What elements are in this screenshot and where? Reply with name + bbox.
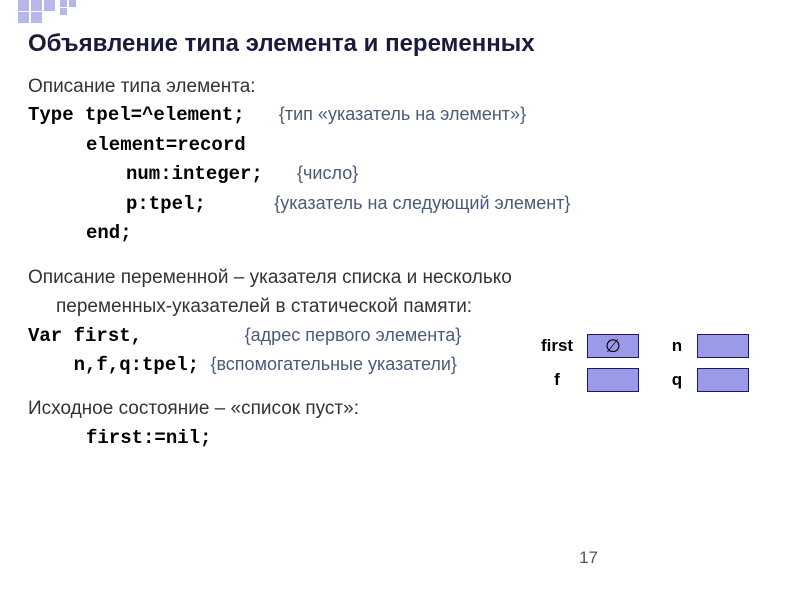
memory-diagram: first ∅ n f q	[527, 334, 777, 398]
record-line: element=record	[28, 131, 780, 160]
label-q: q	[657, 370, 697, 390]
var-desc-1: Описание переменной – указателя списка и…	[28, 263, 780, 292]
field-p: p:tpel; {указатель на следующий элемент}	[28, 190, 780, 219]
type-desc: Описание типа элемента:	[28, 72, 780, 101]
label-n: n	[657, 336, 697, 356]
page-number: 17	[579, 548, 598, 568]
init-code: first:=nil;	[28, 424, 780, 453]
init-desc: Исходное состояние – «список пуст»:	[28, 394, 780, 423]
label-f: f	[527, 370, 587, 390]
var-desc-2: переменных-указателей в статической памя…	[28, 292, 780, 321]
slide-title: Объявление типа элемента и переменных	[28, 30, 780, 58]
box-q	[697, 368, 749, 392]
type-line: Type tpel=^element; {тип «указатель на э…	[28, 101, 780, 130]
box-f	[587, 368, 639, 392]
end-line: end;	[28, 219, 780, 248]
box-n	[697, 334, 749, 358]
box-first: ∅	[587, 334, 639, 358]
field-num: num:integer; {число}	[28, 160, 780, 189]
label-first: first	[527, 336, 587, 356]
